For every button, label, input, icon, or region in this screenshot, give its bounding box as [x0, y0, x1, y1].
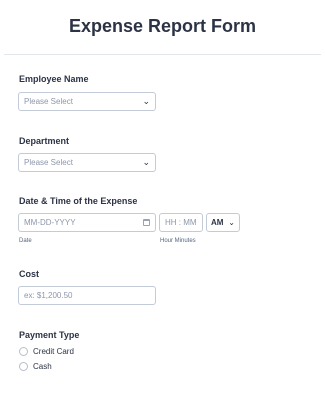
calendar-icon[interactable]: [143, 219, 150, 226]
cost-input[interactable]: ex: $1,200.50: [18, 286, 156, 305]
department-label: Department: [19, 136, 70, 146]
datetime-label: Date & Time of the Expense: [19, 196, 138, 206]
date-input[interactable]: MM-DD-YYYY: [18, 213, 156, 232]
radio-button[interactable]: [19, 362, 28, 371]
chevron-down-icon: ⌄: [142, 96, 150, 106]
radio-button[interactable]: [19, 347, 28, 356]
cost-label: Cost: [19, 269, 39, 279]
form-title: Expense Report Form: [68, 16, 257, 36]
time-input[interactable]: HH : MM: [159, 213, 203, 232]
time-placeholder: HH : MM: [165, 218, 197, 227]
department-placeholder: Please Select: [24, 158, 73, 167]
header-divider: [4, 54, 321, 55]
payment-option-label: Credit Card: [33, 347, 74, 356]
employee-name-select[interactable]: Please Select ⌄: [18, 92, 156, 111]
date-sublabel: Date: [19, 238, 32, 244]
employee-name-label: Employee Name: [19, 74, 89, 84]
payment-type-label: Payment Type: [19, 330, 80, 340]
date-placeholder: MM-DD-YYYY: [24, 218, 76, 227]
chevron-down-icon: ⌄: [228, 218, 235, 227]
employee-name-placeholder: Please Select: [24, 97, 73, 106]
payment-option-label: Cash: [33, 362, 52, 371]
cost-placeholder: ex: $1,200.50: [24, 291, 73, 300]
department-select[interactable]: Please Select ⌄: [18, 153, 156, 172]
chevron-down-icon: ⌄: [142, 157, 150, 167]
ampm-value: AM: [211, 218, 224, 227]
ampm-select[interactable]: AM ⌄: [206, 213, 240, 232]
time-sublabel: Hour Minutes: [160, 238, 196, 244]
